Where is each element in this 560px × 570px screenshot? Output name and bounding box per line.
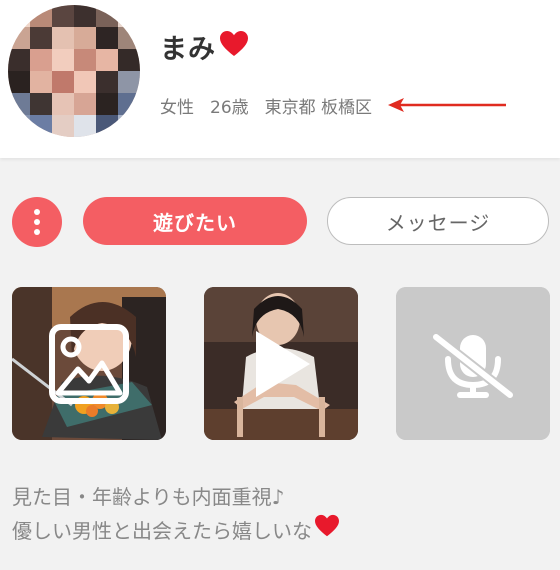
photo-thumbnail[interactable] (12, 287, 166, 440)
name-row: まみ (160, 26, 249, 66)
profile-header: まみ 女性 26歳 東京都 板橋区 (0, 0, 560, 158)
heart-icon (314, 514, 340, 548)
dot-icon (34, 219, 40, 225)
more-options-button[interactable] (12, 197, 62, 247)
voice-thumbnail[interactable] (396, 287, 550, 440)
heart-icon (219, 30, 249, 62)
avatar[interactable] (8, 5, 140, 137)
want-to-play-button[interactable]: 遊びたい (83, 197, 307, 245)
bio-text: 見た目・年齢よりも内面重視♪ 優しい男性と出会えたら嬉しいな (12, 481, 548, 548)
profile-location: 東京都 板橋区 (264, 98, 373, 118)
dot-icon (34, 229, 40, 235)
bio-line: 優しい男性と出会えたら嬉しいな (12, 514, 548, 548)
dot-icon (34, 209, 40, 215)
bio-line-text: 優しい男性と出会えたら嬉しいな (12, 518, 312, 543)
profile-info: 女性 26歳 東京都 板橋区 (160, 93, 372, 118)
message-button[interactable]: メッセージ (327, 197, 549, 245)
action-bar: 遊びたい メッセージ (0, 197, 560, 247)
profile-age: 26歳 (210, 98, 249, 118)
profile-name: まみ (160, 33, 216, 65)
video-thumbnail[interactable] (204, 287, 358, 440)
profile-gender: 女性 (160, 98, 194, 118)
arrow-left-icon (388, 95, 508, 119)
bio-line: 見た目・年齢よりも内面重視♪ (12, 485, 285, 509)
